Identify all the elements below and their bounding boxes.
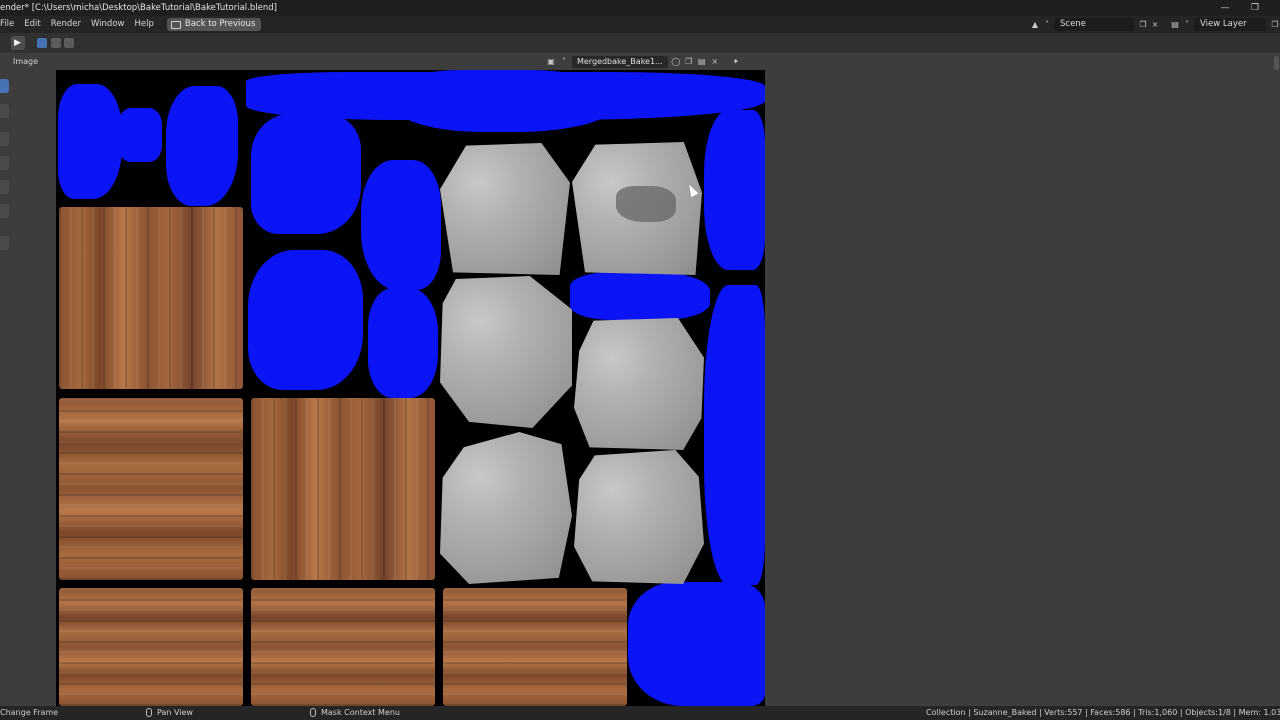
status-pan-view: Pan View	[146, 707, 193, 719]
sidebar-toggle-handle[interactable]	[1274, 56, 1279, 70]
uv-island-blue	[368, 288, 438, 398]
menu-window[interactable]: Window	[86, 16, 130, 33]
uv-island-blue	[251, 114, 361, 234]
image-browse-icon[interactable]: ▣	[546, 57, 556, 67]
menu-edit[interactable]: Edit	[19, 16, 45, 33]
image-browse-toolbar: ▣ ˅ Mergedbake_Bake1... ◯ ❐ ▤ × ✦	[546, 55, 741, 68]
chevron-down-icon: ˅	[562, 57, 566, 66]
status-mask-context-label: Mask Context Menu	[321, 708, 400, 717]
view-layer-icon[interactable]: ▤	[1170, 20, 1180, 30]
new-image-icon[interactable]: ❐	[684, 57, 694, 67]
uv-island-blue	[58, 84, 122, 199]
uv-island-blue	[570, 272, 710, 320]
wood-texture-island	[251, 588, 435, 706]
scene-field[interactable]: Scene	[1054, 18, 1134, 31]
wood-texture-island	[59, 207, 243, 389]
close-icon[interactable]: ×	[1150, 20, 1160, 30]
uv-island-blue	[361, 160, 441, 290]
status-change-frame: Change Frame	[0, 708, 59, 717]
mouse-middle-icon	[146, 708, 152, 717]
unlink-close-icon[interactable]: ×	[710, 57, 720, 67]
tool-transform-icon[interactable]	[0, 204, 9, 218]
mouse-right-icon	[310, 708, 316, 717]
stone-texture-island	[574, 318, 704, 450]
uv-island-blue	[396, 70, 616, 132]
scene-selector-area: ▲ ˅ Scene ❐ × ▤ ˅ View Layer ❐	[1030, 16, 1280, 33]
wood-texture-island	[443, 588, 627, 706]
tool-rotate-icon[interactable]	[0, 156, 9, 170]
uv-island-blue	[248, 250, 363, 390]
view-layer-field[interactable]: View Layer	[1194, 18, 1266, 31]
status-pan-view-label: Pan View	[157, 708, 193, 717]
uv-island-blue	[118, 108, 162, 162]
menu-render[interactable]: Render	[46, 16, 86, 33]
screen-icon	[170, 20, 181, 29]
status-mask-context: Mask Context Menu	[310, 707, 400, 719]
minimize-icon[interactable]: —	[1210, 0, 1240, 16]
fake-user-icon[interactable]: ◯	[671, 57, 681, 67]
menu-file[interactable]: File	[0, 16, 19, 33]
tool-cursor-icon[interactable]	[0, 104, 9, 118]
select-mode-extend-icon[interactable]	[51, 38, 61, 48]
uv-island-blue	[704, 110, 765, 270]
scene-icon[interactable]: ▲	[1030, 20, 1040, 30]
stone-texture-island	[440, 143, 570, 275]
top-menubar: File Edit Render Window Help Back to Pre…	[0, 16, 1280, 33]
chevron-down-icon: ˅	[1185, 20, 1189, 29]
stone-texture-island	[440, 276, 572, 428]
left-toolbar	[0, 74, 10, 264]
window-title: ender* [C:\Users\micha\Desktop\BakeTutor…	[0, 3, 277, 13]
tool-scale-icon[interactable]	[0, 180, 9, 194]
chevron-down-icon: ˅	[1045, 20, 1049, 29]
status-bar: Change Frame Pan View Mask Context Menu …	[0, 706, 1280, 720]
back-to-previous-button[interactable]: Back to Previous	[166, 18, 262, 31]
open-folder-icon[interactable]: ▤	[697, 57, 707, 67]
menu-help[interactable]: Help	[129, 16, 158, 33]
baked-texture-canvas[interactable]	[56, 70, 765, 706]
wood-texture-island	[59, 588, 243, 706]
pin-icon[interactable]: ✦	[731, 57, 741, 67]
window-titlebar: ender* [C:\Users\micha\Desktop\BakeTutor…	[0, 0, 1280, 16]
uv-island-blue	[704, 285, 765, 585]
select-mode-set-icon[interactable]	[37, 38, 47, 48]
uv-island-blue	[166, 86, 238, 206]
tool-move-icon[interactable]	[0, 132, 9, 146]
status-scene-stats: Collection | Suzanne_Baked | Verts:557 |…	[926, 708, 1280, 717]
stone-stain	[616, 186, 676, 222]
wood-texture-island	[59, 398, 243, 580]
new-scene-icon[interactable]: ❐	[1138, 20, 1148, 30]
back-to-previous-label: Back to Previous	[184, 19, 256, 29]
uv-island-blue	[628, 582, 765, 706]
tool-annotate-icon[interactable]	[0, 236, 9, 250]
select-tool-button[interactable]: ▶	[11, 36, 25, 50]
restore-icon[interactable]: ❐	[1240, 0, 1270, 16]
wood-texture-island	[251, 398, 435, 580]
image-editor-header: ▶	[0, 33, 1280, 53]
image-panel-label: Image	[13, 57, 39, 66]
stone-texture-island	[440, 432, 572, 584]
image-name-field[interactable]: Mergedbake_Bake1...	[572, 55, 668, 68]
tool-select-icon[interactable]	[0, 79, 9, 93]
stone-texture-island	[574, 450, 704, 584]
select-mode-subtract-icon[interactable]	[64, 38, 74, 48]
new-view-layer-icon[interactable]: ❐	[1270, 20, 1280, 30]
